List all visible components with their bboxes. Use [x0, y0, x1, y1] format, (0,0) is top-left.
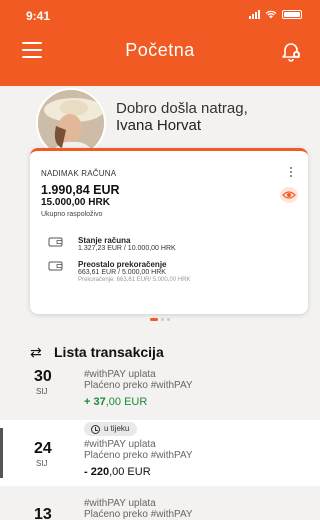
wallet-icon: [48, 237, 63, 247]
pager-dot[interactable]: [161, 318, 164, 321]
status-badge-label: u tijeku: [104, 424, 130, 433]
eye-icon[interactable]: [280, 187, 298, 203]
transaction-month: SIJ: [36, 459, 48, 468]
status-time: 9:41: [26, 9, 51, 23]
pager-dot[interactable]: [167, 318, 170, 321]
account-nickname: NADIMAK RAČUNA: [41, 169, 117, 178]
swap-arrows-icon: ⇄: [30, 344, 42, 360]
transaction-day: 24: [34, 440, 52, 457]
user-name: Ivana Horvat: [116, 117, 202, 134]
welcome-section: Dobro došla natrag, Ivana Horvat: [0, 86, 320, 158]
wifi-icon: [265, 10, 277, 18]
balance-eur: 1.990,84 EUR: [41, 183, 120, 197]
transaction-day: 13: [34, 506, 52, 520]
balance-row-title: Stanje računa: [78, 236, 131, 245]
card-pager[interactable]: [0, 318, 320, 321]
amount-dec: ,00 EUR: [105, 396, 148, 408]
notification-bell-icon[interactable]: [280, 40, 302, 62]
transaction-name: #withPAY uplata: [84, 498, 156, 509]
transaction-amount: + 37,00 EUR: [84, 396, 147, 408]
overdraft-row-value: 663,61 EUR / 5.000,00 HRK: [78, 269, 166, 276]
selection-indicator: [0, 428, 3, 478]
balance-row-value: 1.327,23 EUR / 10.000,00 HRK: [78, 245, 176, 252]
transaction-day: 30: [34, 368, 52, 385]
transactions-title: Lista transakcija: [54, 344, 164, 360]
balance-hrk: 15.000,00 HRK: [41, 197, 110, 208]
pager-dot-active[interactable]: [150, 318, 158, 321]
transaction-amount: - 220,00 EUR: [84, 466, 151, 478]
app-header: 9:41 Početna: [0, 0, 320, 86]
account-card[interactable]: NADIMAK RAČUNA 1.990,84 EUR 15.000,00 HR…: [30, 148, 308, 314]
overdraft-row-title: Preostalo prekoračenje: [78, 260, 167, 269]
status-bar: 9:41: [0, 0, 320, 28]
transaction-name: #withPAY uplata: [84, 439, 156, 450]
transaction-item[interactable]: u tijeku 24 SIJ #withPAY uplata Plaćeno …: [0, 420, 320, 486]
transaction-desc: Plaćeno preko #withPAY: [84, 450, 193, 461]
balance-caption: Ukupno raspoloživo: [41, 211, 103, 218]
page-title: Početna: [125, 40, 195, 60]
transaction-name: #withPAY uplata: [84, 369, 156, 380]
transaction-item[interactable]: 30 SIJ #withPAY uplata Plaćeno preko #wi…: [0, 368, 320, 416]
nav-bar: Početna: [0, 28, 320, 74]
welcome-text: Dobro došla natrag, Ivana Horvat: [116, 100, 248, 134]
status-badge: u tijeku: [84, 422, 138, 436]
transaction-item[interactable]: 13 #withPAY uplata Plaćeno preko #withPA…: [0, 496, 320, 520]
transactions-heading: ⇄ Lista transakcija: [30, 344, 164, 361]
amount-int: + 37: [84, 396, 106, 408]
clock-icon: [91, 425, 100, 434]
transaction-desc: Plaćeno preko #withPAY: [84, 380, 193, 391]
amount-int: - 220: [84, 466, 110, 478]
battery-icon: [282, 9, 302, 19]
more-options-icon[interactable]: [288, 167, 294, 181]
overdraft-row-sub: Prekoračenje: 663,61 EUR/ 5.000,00 HRK: [78, 277, 191, 283]
transaction-desc: Plaćeno preko #withPAY: [84, 509, 193, 520]
wallet-icon: [48, 261, 63, 271]
amount-dec: ,00 EUR: [109, 466, 151, 478]
greeting-text: Dobro došla natrag,: [116, 100, 248, 117]
signal-icon: [249, 9, 260, 19]
transaction-month: SIJ: [36, 387, 48, 396]
status-icons: [249, 9, 302, 19]
